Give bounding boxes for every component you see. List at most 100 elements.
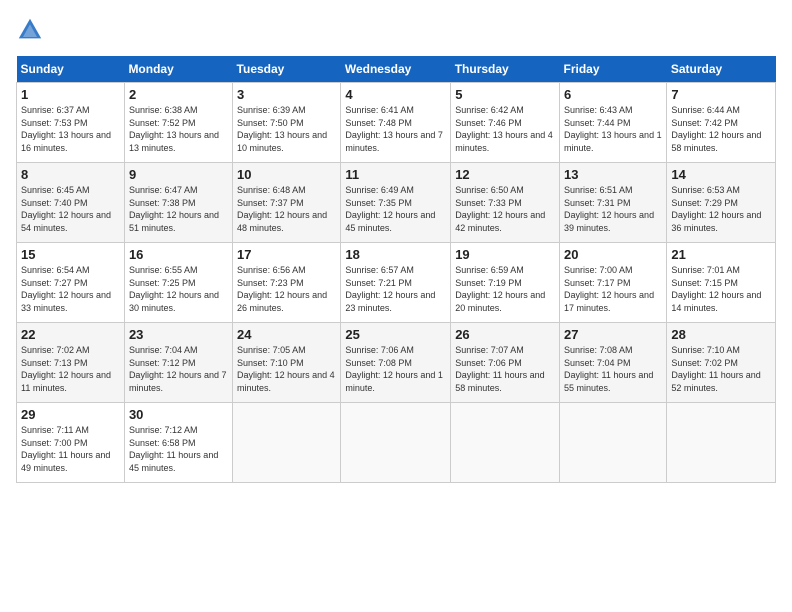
day-info: Sunrise: 6:41 AMSunset: 7:48 PMDaylight:… — [345, 104, 446, 154]
day-number: 9 — [129, 167, 228, 182]
col-tuesday: Tuesday — [233, 56, 341, 83]
day-number: 30 — [129, 407, 228, 422]
logo — [16, 16, 48, 44]
col-wednesday: Wednesday — [341, 56, 451, 83]
day-info: Sunrise: 6:47 AMSunset: 7:38 PMDaylight:… — [129, 184, 228, 234]
day-info: Sunrise: 7:01 AMSunset: 7:15 PMDaylight:… — [671, 264, 771, 314]
day-number: 16 — [129, 247, 228, 262]
table-cell: 25Sunrise: 7:06 AMSunset: 7:08 PMDayligh… — [341, 323, 451, 403]
day-number: 2 — [129, 87, 228, 102]
day-number: 19 — [455, 247, 555, 262]
day-info: Sunrise: 7:02 AMSunset: 7:13 PMDaylight:… — [21, 344, 120, 394]
day-info: Sunrise: 6:59 AMSunset: 7:19 PMDaylight:… — [455, 264, 555, 314]
col-monday: Monday — [124, 56, 232, 83]
table-cell — [341, 403, 451, 483]
col-thursday: Thursday — [451, 56, 560, 83]
table-cell: 8Sunrise: 6:45 AMSunset: 7:40 PMDaylight… — [17, 163, 125, 243]
table-cell: 17 Sunrise: 6:56 AMSunset: 7:23 PMDayligh… — [233, 243, 341, 323]
day-info: Sunrise: 6:43 AMSunset: 7:44 PMDaylight:… — [564, 104, 662, 154]
day-info: Sunrise: 7:04 AMSunset: 7:12 PMDaylight:… — [129, 344, 228, 394]
day-info: Sunrise: 6:42 AMSunset: 7:46 PMDaylight:… — [455, 104, 555, 154]
day-number: 28 — [671, 327, 771, 342]
day-info: Sunrise: 6:51 AMSunset: 7:31 PMDaylight:… — [564, 184, 662, 234]
table-cell: 7 Sunrise: 6:44 AMSunset: 7:42 PMDaylight… — [667, 83, 776, 163]
day-info: Sunrise: 6:54 AMSunset: 7:27 PMDaylight:… — [21, 264, 120, 314]
calendar-row: 22 Sunrise: 7:02 AMSunset: 7:13 PMDayligh… — [17, 323, 776, 403]
day-info: Sunrise: 6:50 AMSunset: 7:33 PMDaylight:… — [455, 184, 555, 234]
day-info: Sunrise: 6:44 AMSunset: 7:42 PMDaylight:… — [671, 104, 771, 154]
calendar-row: 15 Sunrise: 6:54 AMSunset: 7:27 PMDayligh… — [17, 243, 776, 323]
table-cell: 18 Sunrise: 6:57 AMSunset: 7:21 PMDayligh… — [341, 243, 451, 323]
table-cell: 2 Sunrise: 6:38 AMSunset: 7:52 PMDaylight… — [124, 83, 232, 163]
day-info: Sunrise: 6:45 AMSunset: 7:40 PMDaylight:… — [21, 184, 120, 234]
day-info: Sunrise: 7:00 AMSunset: 7:17 PMDaylight:… — [564, 264, 662, 314]
calendar-row: 29 Sunrise: 7:11 AMSunset: 7:00 PMDayligh… — [17, 403, 776, 483]
day-info: Sunrise: 7:10 AMSunset: 7:02 PMDaylight:… — [671, 344, 771, 394]
day-number: 12 — [455, 167, 555, 182]
calendar-table: Sunday Monday Tuesday Wednesday Thursday… — [16, 56, 776, 483]
table-cell: 22 Sunrise: 7:02 AMSunset: 7:13 PMDayligh… — [17, 323, 125, 403]
table-cell: 1Sunrise: 6:37 AMSunset: 7:53 PMDaylight… — [17, 83, 125, 163]
day-number: 17 — [237, 247, 336, 262]
day-number: 15 — [21, 247, 120, 262]
table-cell: 20 Sunrise: 7:00 AMSunset: 7:17 PMDayligh… — [560, 243, 667, 323]
day-number: 11 — [345, 167, 446, 182]
day-info: Sunrise: 7:11 AMSunset: 7:00 PMDaylight:… — [21, 424, 120, 474]
day-number: 23 — [129, 327, 228, 342]
table-cell: 12 Sunrise: 6:50 AMSunset: 7:33 PMDayligh… — [451, 163, 560, 243]
day-info: Sunrise: 6:37 AMSunset: 7:53 PMDaylight:… — [21, 104, 120, 154]
day-info: Sunrise: 7:12 AMSunset: 6:58 PMDaylight:… — [129, 424, 228, 474]
calendar-row: 1Sunrise: 6:37 AMSunset: 7:53 PMDaylight… — [17, 83, 776, 163]
day-info: Sunrise: 7:05 AMSunset: 7:10 PMDaylight:… — [237, 344, 336, 394]
day-info: Sunrise: 6:49 AMSunset: 7:35 PMDaylight:… — [345, 184, 446, 234]
day-info: Sunrise: 6:38 AMSunset: 7:52 PMDaylight:… — [129, 104, 228, 154]
day-number: 25 — [345, 327, 446, 342]
day-info: Sunrise: 7:08 AMSunset: 7:04 PMDaylight:… — [564, 344, 662, 394]
table-cell: 21 Sunrise: 7:01 AMSunset: 7:15 PMDayligh… — [667, 243, 776, 323]
day-number: 4 — [345, 87, 446, 102]
calendar-row: 8Sunrise: 6:45 AMSunset: 7:40 PMDaylight… — [17, 163, 776, 243]
day-info: Sunrise: 6:56 AMSunset: 7:23 PMDaylight:… — [237, 264, 336, 314]
table-cell: 15 Sunrise: 6:54 AMSunset: 7:27 PMDayligh… — [17, 243, 125, 323]
table-cell: 23 Sunrise: 7:04 AMSunset: 7:12 PMDayligh… — [124, 323, 232, 403]
day-number: 3 — [237, 87, 336, 102]
day-number: 5 — [455, 87, 555, 102]
day-info: Sunrise: 6:39 AMSunset: 7:50 PMDaylight:… — [237, 104, 336, 154]
table-cell: 30 Sunrise: 7:12 AMSunset: 6:58 PMDayligh… — [124, 403, 232, 483]
day-number: 21 — [671, 247, 771, 262]
table-cell: 27Sunrise: 7:08 AMSunset: 7:04 PMDayligh… — [560, 323, 667, 403]
day-number: 7 — [671, 87, 771, 102]
table-cell: 16 Sunrise: 6:55 AMSunset: 7:25 PMDayligh… — [124, 243, 232, 323]
page-header — [16, 16, 776, 44]
day-number: 13 — [564, 167, 662, 182]
day-number: 22 — [21, 327, 120, 342]
table-cell: 24Sunrise: 7:05 AMSunset: 7:10 PMDayligh… — [233, 323, 341, 403]
table-cell: 14 Sunrise: 6:53 AMSunset: 7:29 PMDayligh… — [667, 163, 776, 243]
day-number: 14 — [671, 167, 771, 182]
table-cell: 28 Sunrise: 7:10 AMSunset: 7:02 PMDayligh… — [667, 323, 776, 403]
table-cell — [667, 403, 776, 483]
day-number: 26 — [455, 327, 555, 342]
col-saturday: Saturday — [667, 56, 776, 83]
day-number: 20 — [564, 247, 662, 262]
col-sunday: Sunday — [17, 56, 125, 83]
table-cell: 3 Sunrise: 6:39 AMSunset: 7:50 PMDaylight… — [233, 83, 341, 163]
day-number: 29 — [21, 407, 120, 422]
table-cell: 29 Sunrise: 7:11 AMSunset: 7:00 PMDayligh… — [17, 403, 125, 483]
day-info: Sunrise: 6:53 AMSunset: 7:29 PMDaylight:… — [671, 184, 771, 234]
day-info: Sunrise: 6:48 AMSunset: 7:37 PMDaylight:… — [237, 184, 336, 234]
day-number: 18 — [345, 247, 446, 262]
col-friday: Friday — [560, 56, 667, 83]
table-cell: 6 Sunrise: 6:43 AMSunset: 7:44 PMDaylight… — [560, 83, 667, 163]
table-cell — [560, 403, 667, 483]
table-cell: 9 Sunrise: 6:47 AMSunset: 7:38 PMDaylight… — [124, 163, 232, 243]
table-cell — [451, 403, 560, 483]
table-cell: 13 Sunrise: 6:51 AMSunset: 7:31 PMDayligh… — [560, 163, 667, 243]
table-cell: 5 Sunrise: 6:42 AMSunset: 7:46 PMDaylight… — [451, 83, 560, 163]
table-cell: 19 Sunrise: 6:59 AMSunset: 7:19 PMDayligh… — [451, 243, 560, 323]
day-number: 6 — [564, 87, 662, 102]
day-info: Sunrise: 6:57 AMSunset: 7:21 PMDaylight:… — [345, 264, 446, 314]
day-info: Sunrise: 6:55 AMSunset: 7:25 PMDaylight:… — [129, 264, 228, 314]
table-cell: 4 Sunrise: 6:41 AMSunset: 7:48 PMDaylight… — [341, 83, 451, 163]
day-info: Sunrise: 7:07 AMSunset: 7:06 PMDaylight:… — [455, 344, 555, 394]
